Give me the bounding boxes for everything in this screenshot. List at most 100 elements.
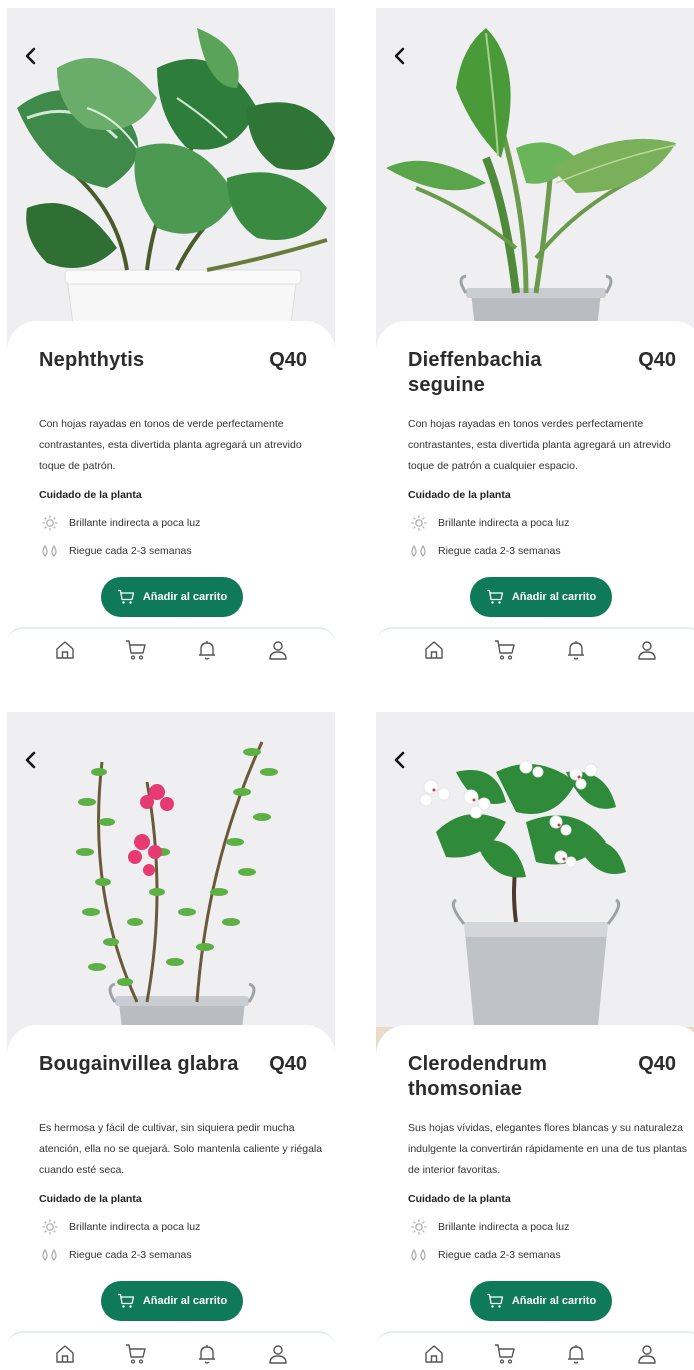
product-details-card: Clerodendrum thomsoniae Q40 Sus hojas ví… [376, 1025, 694, 1370]
product-description: Sus hojas vívidas, elegantes flores blan… [408, 1122, 688, 1176]
cart-icon [486, 589, 504, 605]
product-title: Bougainvillea glabra [39, 1053, 239, 1075]
care-light-text: Brillante indirecta a poca luz [438, 517, 570, 529]
bell-icon [567, 641, 584, 660]
care-light-text: Brillante indirecta a poca luz [438, 1221, 570, 1233]
nav-home[interactable] [53, 1342, 77, 1366]
product-details-card: Nephthytis Q40 Con hojas rayadas en tono… [7, 321, 335, 668]
care-title: Cuidado de la planta [39, 1193, 142, 1205]
cart-icon [125, 1344, 146, 1364]
user-icon [268, 641, 287, 660]
care-water-row: Riegue cada 2-3 semanas [39, 542, 192, 560]
nav-notifications[interactable] [564, 638, 588, 662]
care-light-row: Brillante indirecta a poca luz [39, 1218, 200, 1236]
add-to-cart-button[interactable]: Añadir al carrito [101, 1281, 243, 1321]
product-price: Q40 [638, 1053, 676, 1075]
product-description: Es hermosa y fácil de cultivar, sin siqu… [39, 1122, 323, 1176]
product-description: Con hojas rayadas en tonos verdes perfec… [408, 418, 671, 472]
care-water-row: Riegue cada 2-3 semanas [408, 542, 561, 560]
bottom-nav [7, 1331, 335, 1370]
add-to-cart-label: Añadir al carrito [142, 1295, 228, 1307]
care-light-text: Brillante indirecta a poca luz [69, 517, 201, 529]
sun-icon [39, 515, 61, 531]
product-title: Nephthytis [39, 349, 145, 371]
care-title: Cuidado de la planta [408, 489, 511, 501]
product-title: Dieffenbachia seguine [408, 349, 542, 396]
home-icon [55, 641, 74, 659]
nav-home[interactable] [422, 1342, 446, 1366]
nav-profile[interactable] [635, 1342, 659, 1366]
back-button[interactable] [388, 44, 412, 68]
product-details-card: Dieffenbachia seguine Q40 Con hojas raya… [376, 321, 694, 668]
chevron-left-icon [25, 751, 36, 769]
nav-cart[interactable] [493, 638, 517, 662]
nav-cart[interactable] [124, 1342, 148, 1366]
home-icon [424, 1345, 443, 1363]
bottom-nav [7, 627, 335, 668]
care-light-row: Brillante indirecta a poca luz [408, 1218, 569, 1236]
add-to-cart-button[interactable]: Añadir al carrito [470, 1281, 612, 1321]
care-water-text: Riegue cada 2-3 semanas [69, 1249, 192, 1261]
product-screen-clerodendrum: Clerodendrum thomsoniae Q40 Sus hojas ví… [376, 712, 694, 1370]
nav-profile[interactable] [266, 638, 290, 662]
nav-profile[interactable] [266, 1342, 290, 1366]
water-drops-icon [39, 543, 61, 559]
plant-illustration [376, 8, 694, 353]
back-button[interactable] [19, 44, 43, 68]
product-photo [376, 712, 694, 1057]
nav-notifications[interactable] [564, 1342, 588, 1366]
product-description: Con hojas rayadas en tonos de verde perf… [39, 418, 302, 472]
plant-illustration [7, 8, 335, 353]
back-button[interactable] [388, 748, 412, 772]
sun-icon [408, 515, 430, 531]
nav-home[interactable] [422, 638, 446, 662]
nav-profile[interactable] [635, 638, 659, 662]
water-drops-icon [408, 1247, 430, 1263]
nav-notifications[interactable] [195, 638, 219, 662]
care-title: Cuidado de la planta [408, 1193, 511, 1205]
cart-icon [494, 640, 515, 660]
bottom-nav [376, 627, 694, 668]
user-icon [637, 641, 656, 660]
add-to-cart-button[interactable]: Añadir al carrito [470, 577, 612, 617]
product-price: Q40 [638, 349, 676, 371]
care-water-text: Riegue cada 2-3 semanas [438, 545, 561, 557]
back-button[interactable] [19, 748, 43, 772]
add-to-cart-label: Añadir al carrito [511, 1295, 597, 1307]
care-water-text: Riegue cada 2-3 semanas [69, 545, 192, 557]
home-icon [55, 1345, 74, 1363]
add-to-cart-label: Añadir al carrito [142, 591, 228, 603]
nav-home[interactable] [53, 638, 77, 662]
cart-icon [117, 1293, 135, 1309]
care-water-text: Riegue cada 2-3 semanas [438, 1249, 561, 1261]
nav-notifications[interactable] [195, 1342, 219, 1366]
care-light-text: Brillante indirecta a poca luz [69, 1221, 201, 1233]
cart-icon [117, 589, 135, 605]
product-title: Clerodendrum thomsoniae [408, 1053, 548, 1100]
sun-icon [408, 1219, 430, 1235]
water-drops-icon [408, 543, 430, 559]
nav-cart[interactable] [493, 1342, 517, 1366]
care-title: Cuidado de la planta [39, 489, 142, 501]
bottom-nav [376, 1331, 694, 1370]
home-icon [424, 641, 443, 659]
care-water-row: Riegue cada 2-3 semanas [39, 1246, 192, 1264]
bell-icon [198, 641, 215, 660]
cart-icon [486, 1293, 504, 1309]
product-photo [7, 712, 335, 1057]
cart-icon [125, 640, 146, 660]
user-icon [637, 1345, 656, 1364]
product-price: Q40 [269, 1053, 307, 1075]
user-icon [268, 1345, 287, 1364]
chevron-left-icon [394, 751, 405, 769]
product-screen-bougainvillea: Bougainvillea glabra Q40 Es hermosa y fá… [7, 712, 335, 1370]
bell-icon [567, 1345, 584, 1364]
chevron-left-icon [394, 47, 405, 65]
add-to-cart-button[interactable]: Añadir al carrito [101, 577, 243, 617]
sun-icon [39, 1219, 61, 1235]
care-light-row: Brillante indirecta a poca luz [39, 514, 200, 532]
product-photo [7, 8, 335, 353]
product-screen-nephthytis: Nephthytis Q40 Con hojas rayadas en tono… [7, 8, 335, 668]
plant-illustration [7, 712, 335, 1057]
nav-cart[interactable] [124, 638, 148, 662]
